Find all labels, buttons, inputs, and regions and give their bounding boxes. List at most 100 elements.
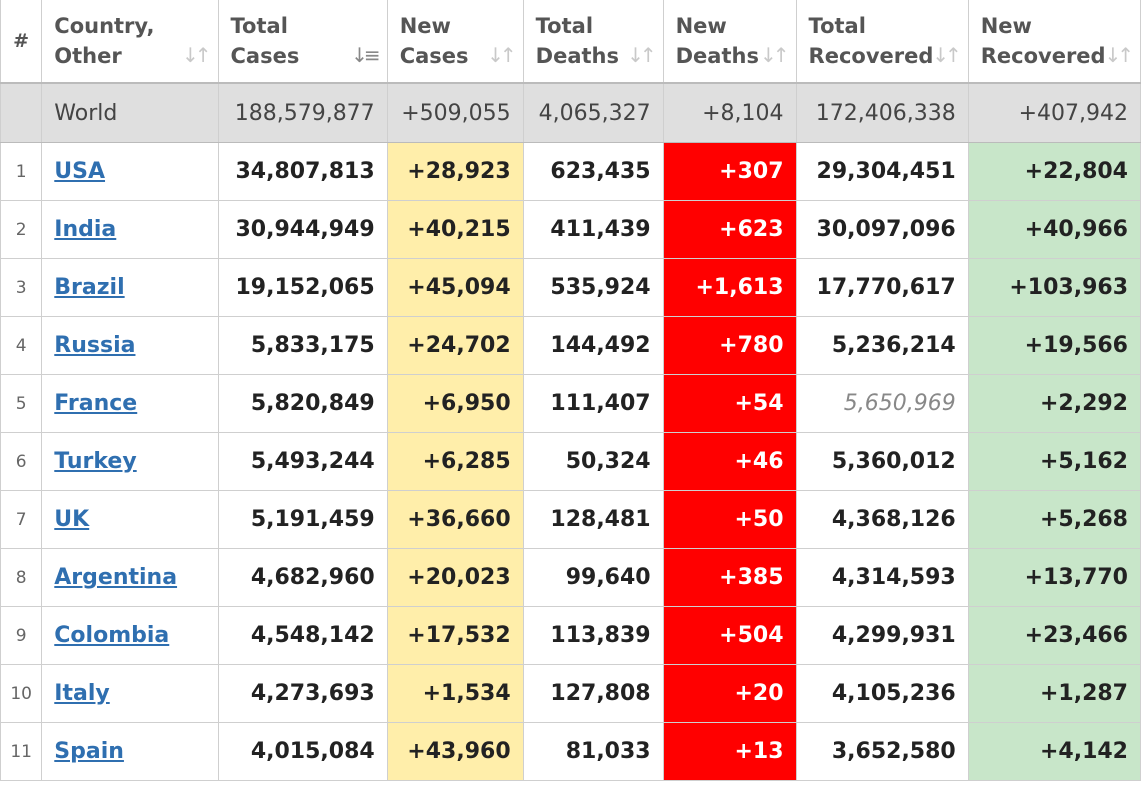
country-cell: Colombia bbox=[41, 606, 219, 665]
new-cases-cell: +43,960 bbox=[386, 722, 524, 781]
new-recovered-cell: +5,268 bbox=[967, 490, 1141, 549]
header-new-deaths[interactable]: New Deaths ↓↑ bbox=[662, 0, 797, 84]
country-link[interactable]: USA bbox=[54, 159, 105, 184]
total-recovered-cell: 29,304,451 bbox=[795, 142, 969, 201]
rank-cell: 5 bbox=[0, 374, 43, 433]
country-cell: UK bbox=[41, 490, 219, 549]
sort-icon[interactable]: ↓↑ bbox=[1104, 40, 1133, 70]
total-deaths-cell: 99,640 bbox=[522, 548, 664, 607]
country-cell: USA bbox=[41, 142, 219, 201]
country-link[interactable]: France bbox=[54, 391, 137, 416]
world-total-row: World 188,579,877 +509,055 4,065,327 +8,… bbox=[0, 82, 1141, 143]
country-link[interactable]: Russia bbox=[54, 333, 135, 358]
rank-cell: 7 bbox=[0, 490, 43, 549]
new-cases-cell: +6,950 bbox=[386, 374, 524, 433]
world-new-cases: +509,055 bbox=[386, 82, 524, 143]
world-total-deaths: 4,065,327 bbox=[522, 82, 664, 143]
new-cases-cell: +24,702 bbox=[386, 316, 524, 375]
country-cell: Turkey bbox=[41, 432, 219, 491]
total-cases-cell: 5,191,459 bbox=[217, 490, 388, 549]
table-row: 6 Turkey 5,493,244 +6,285 50,324 +46 5,360,012… bbox=[0, 432, 1141, 491]
header-total-deaths[interactable]: Total Deaths ↓↑ bbox=[522, 0, 664, 84]
total-deaths-cell: 113,839 bbox=[522, 606, 664, 665]
country-link[interactable]: UK bbox=[54, 507, 89, 532]
new-deaths-cell: +307 bbox=[662, 142, 797, 201]
country-link[interactable]: Spain bbox=[54, 739, 124, 764]
world-name: World bbox=[41, 82, 219, 143]
total-deaths-cell: 81,033 bbox=[522, 722, 664, 781]
total-cases-cell: 4,015,084 bbox=[217, 722, 388, 781]
country-link[interactable]: Colombia bbox=[54, 623, 169, 648]
table-row: 7 UK 5,191,459 +36,660 128,481 +50 4,368,126 +5… bbox=[0, 490, 1141, 549]
total-recovered-cell: 5,360,012 bbox=[795, 432, 969, 491]
country-link[interactable]: Turkey bbox=[54, 449, 136, 474]
world-new-recovered: +407,942 bbox=[967, 82, 1141, 143]
total-cases-cell: 4,682,960 bbox=[217, 548, 388, 607]
new-cases-cell: +28,923 bbox=[386, 142, 524, 201]
country-cell: Italy bbox=[41, 664, 219, 723]
table-row: 1 USA 34,807,813 +28,923 623,435 +307 29,304,4… bbox=[0, 142, 1141, 201]
table-row: 4 Russia 5,833,175 +24,702 144,492 +780 5,236,… bbox=[0, 316, 1141, 375]
total-deaths-cell: 411,439 bbox=[522, 200, 664, 259]
total-cases-cell: 30,944,949 bbox=[217, 200, 388, 259]
new-deaths-cell: +504 bbox=[662, 606, 797, 665]
sort-icon[interactable]: ↓↑ bbox=[487, 40, 516, 70]
header-new-recovered[interactable]: New Recovered ↓↑ bbox=[967, 0, 1141, 84]
new-deaths-cell: +780 bbox=[662, 316, 797, 375]
new-cases-cell: +45,094 bbox=[386, 258, 524, 317]
rank-cell: 4 bbox=[0, 316, 43, 375]
country-cell: India bbox=[41, 200, 219, 259]
header-new-cases[interactable]: New Cases ↓↑ bbox=[386, 0, 524, 84]
table-row: 11 Spain 4,015,084 +43,960 81,033 +13 3,652,58… bbox=[0, 722, 1141, 781]
total-cases-cell: 19,152,065 bbox=[217, 258, 388, 317]
sort-descending-icon[interactable]: ↓≡ bbox=[351, 40, 380, 70]
new-recovered-cell: +4,142 bbox=[967, 722, 1141, 781]
new-recovered-cell: +40,966 bbox=[967, 200, 1141, 259]
total-cases-cell: 34,807,813 bbox=[217, 142, 388, 201]
total-recovered-cell: 5,650,969 bbox=[795, 374, 969, 433]
country-cell: Argentina bbox=[41, 548, 219, 607]
sort-icon[interactable]: ↓↑ bbox=[932, 40, 961, 70]
sort-icon[interactable]: ↓↑ bbox=[627, 40, 656, 70]
new-recovered-cell: +13,770 bbox=[967, 548, 1141, 607]
new-cases-cell: +6,285 bbox=[386, 432, 524, 491]
new-cases-cell: +40,215 bbox=[386, 200, 524, 259]
total-recovered-cell: 4,314,593 bbox=[795, 548, 969, 607]
country-link[interactable]: Brazil bbox=[54, 275, 124, 300]
total-recovered-cell: 4,105,236 bbox=[795, 664, 969, 723]
new-recovered-cell: +22,804 bbox=[967, 142, 1141, 201]
country-link[interactable]: Italy bbox=[54, 681, 109, 706]
header-rank: # bbox=[0, 0, 43, 84]
table-row: 9 Colombia 4,548,142 +17,532 113,839 +504 4,29… bbox=[0, 606, 1141, 665]
new-deaths-cell: +50 bbox=[662, 490, 797, 549]
table-row: 8 Argentina 4,682,960 +20,023 99,640 +385 4,31… bbox=[0, 548, 1141, 607]
new-deaths-cell: +13 bbox=[662, 722, 797, 781]
country-cell: Russia bbox=[41, 316, 219, 375]
new-recovered-cell: +5,162 bbox=[967, 432, 1141, 491]
total-cases-cell: 5,820,849 bbox=[217, 374, 388, 433]
country-link[interactable]: Argentina bbox=[54, 565, 177, 590]
total-deaths-cell: 128,481 bbox=[522, 490, 664, 549]
header-total-cases[interactable]: Total Cases ↓≡ bbox=[217, 0, 388, 84]
rank-cell: 9 bbox=[0, 606, 43, 665]
sort-icon[interactable]: ↓↑ bbox=[760, 40, 789, 70]
rank-cell: 11 bbox=[0, 722, 43, 781]
country-cell: Brazil bbox=[41, 258, 219, 317]
total-cases-cell: 4,548,142 bbox=[217, 606, 388, 665]
total-deaths-cell: 111,407 bbox=[522, 374, 664, 433]
header-total-recovered[interactable]: Total Recovered ↓↑ bbox=[795, 0, 969, 84]
header-country[interactable]: Country, Other ↓↑ bbox=[41, 0, 219, 84]
new-deaths-cell: +54 bbox=[662, 374, 797, 433]
country-link[interactable]: India bbox=[54, 217, 116, 242]
rank-cell: 10 bbox=[0, 664, 43, 723]
world-total-cases: 188,579,877 bbox=[217, 82, 388, 143]
sort-icon[interactable]: ↓↑ bbox=[182, 40, 211, 70]
world-new-deaths: +8,104 bbox=[662, 82, 797, 143]
rank-cell: 3 bbox=[0, 258, 43, 317]
table-header-row: # Country, Other ↓↑ Total Cases ↓≡ New Case… bbox=[0, 0, 1141, 84]
new-deaths-cell: +1,613 bbox=[662, 258, 797, 317]
world-rank bbox=[0, 82, 43, 143]
new-recovered-cell: +103,963 bbox=[967, 258, 1141, 317]
country-cell: France bbox=[41, 374, 219, 433]
rank-cell: 1 bbox=[0, 142, 43, 201]
